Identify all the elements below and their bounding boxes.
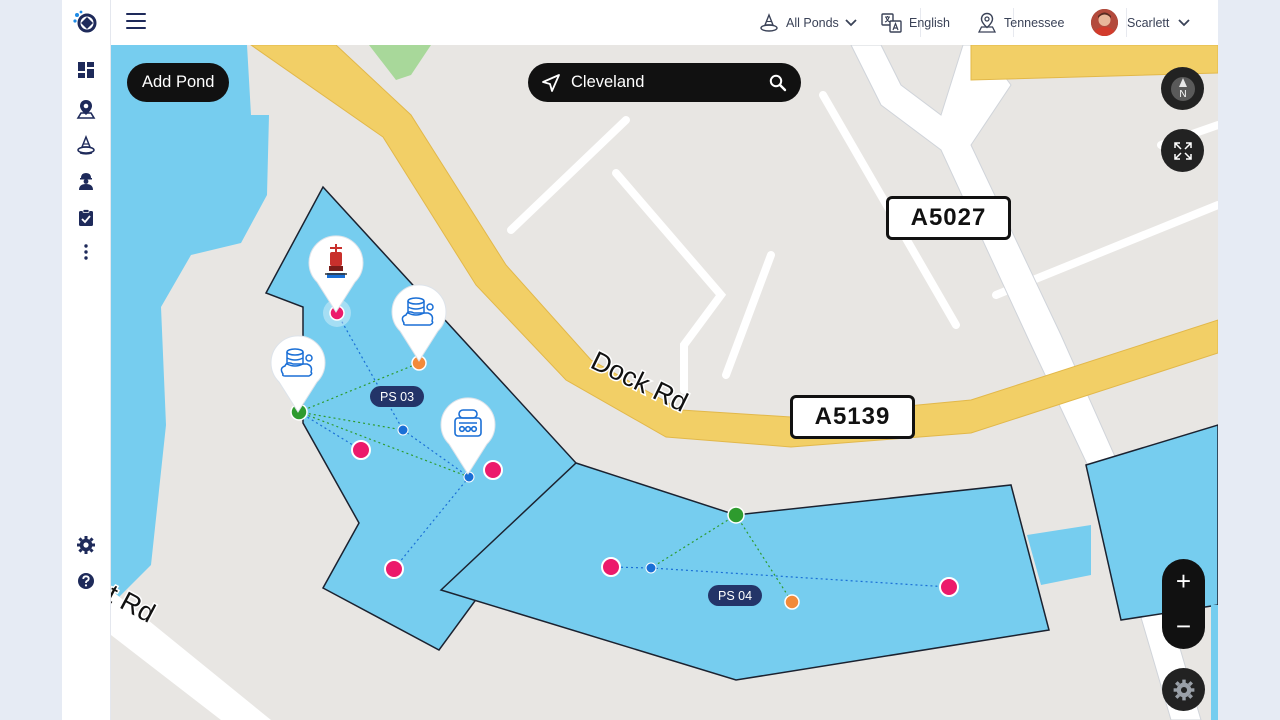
database-marker[interactable] xyxy=(388,279,450,363)
compass-icon: N xyxy=(1170,76,1195,101)
settings-icon[interactable] xyxy=(76,535,96,555)
road-shield-a5139: A5139 xyxy=(790,395,915,439)
sidebar xyxy=(62,0,111,720)
sensor-node[interactable] xyxy=(351,440,371,460)
search-icon[interactable] xyxy=(769,74,787,92)
sensor-node[interactable] xyxy=(784,594,800,610)
fullscreen-button[interactable] xyxy=(1161,129,1204,172)
avatar xyxy=(1091,9,1118,36)
zoom-out-button[interactable]: − xyxy=(1162,604,1205,649)
location-pin-icon xyxy=(977,12,997,33)
zoom-in-button[interactable]: + xyxy=(1162,559,1205,604)
road-shield-text: A5027 xyxy=(910,204,987,231)
app-logo[interactable] xyxy=(72,9,100,35)
app-frame: All Ponds English Tennessee Scarlett Doc… xyxy=(62,0,1218,720)
sensor-node[interactable] xyxy=(939,577,959,597)
navigation-arrow-icon xyxy=(542,73,560,92)
compass-button[interactable]: N xyxy=(1161,67,1204,110)
add-pond-button[interactable]: Add Pond xyxy=(127,63,230,102)
map-settings-button[interactable] xyxy=(1162,668,1205,711)
expand-icon xyxy=(1173,141,1192,160)
pond-icon xyxy=(760,12,778,32)
zoom-controls: + − xyxy=(1162,559,1205,649)
location-search-bar[interactable] xyxy=(528,63,801,102)
location-selector[interactable]: Tennessee xyxy=(977,0,1064,45)
water-body xyxy=(111,45,269,605)
pond-label-ps03[interactable]: PS 03 xyxy=(370,386,425,407)
dashboard-icon[interactable] xyxy=(76,60,96,80)
worker-icon[interactable] xyxy=(76,171,96,191)
user-name: Scarlett xyxy=(1127,15,1170,30)
location-person-icon[interactable] xyxy=(76,99,96,119)
sensor-node[interactable] xyxy=(601,557,621,577)
user-menu[interactable]: Scarlett xyxy=(1091,0,1191,45)
language-selector[interactable]: English xyxy=(881,0,950,45)
chevron-down-icon xyxy=(845,18,857,26)
park-area xyxy=(369,45,431,80)
relay-node[interactable] xyxy=(397,424,409,436)
menu-toggle-icon[interactable] xyxy=(126,13,146,31)
road-shield-text: A5139 xyxy=(814,403,891,430)
task-check-icon[interactable] xyxy=(76,208,96,228)
road-shield-a5027: A5027 xyxy=(886,196,1011,240)
sensor-node[interactable] xyxy=(727,506,745,524)
search-input[interactable] xyxy=(571,73,761,92)
compass-letter: N xyxy=(1179,89,1186,100)
translate-icon xyxy=(881,12,902,33)
top-bar: All Ponds English Tennessee Scarlett xyxy=(111,0,1218,45)
database-marker[interactable] xyxy=(267,330,329,414)
sensor-node[interactable] xyxy=(384,559,404,579)
add-pond-label: Add Pond xyxy=(142,73,215,91)
aerator-marker[interactable] xyxy=(305,230,367,314)
help-icon[interactable] xyxy=(76,571,96,591)
pond-selector[interactable]: All Ponds xyxy=(759,0,857,45)
language-label: English xyxy=(909,15,950,30)
relay-node[interactable] xyxy=(645,562,657,574)
gear-icon xyxy=(1173,679,1194,700)
map-view[interactable]: Dock Rd t Rd A5027 A5139 PS 03 PS 04 Add… xyxy=(111,45,1218,720)
device-marker[interactable] xyxy=(437,392,499,476)
pond-selector-label: All Ponds xyxy=(786,15,839,30)
pond-label-ps04[interactable]: PS 04 xyxy=(708,585,763,606)
pond-icon[interactable] xyxy=(76,135,96,155)
chevron-down-icon xyxy=(1178,18,1191,26)
more-vertical-icon[interactable] xyxy=(76,242,96,262)
location-label: Tennessee xyxy=(1004,15,1065,30)
